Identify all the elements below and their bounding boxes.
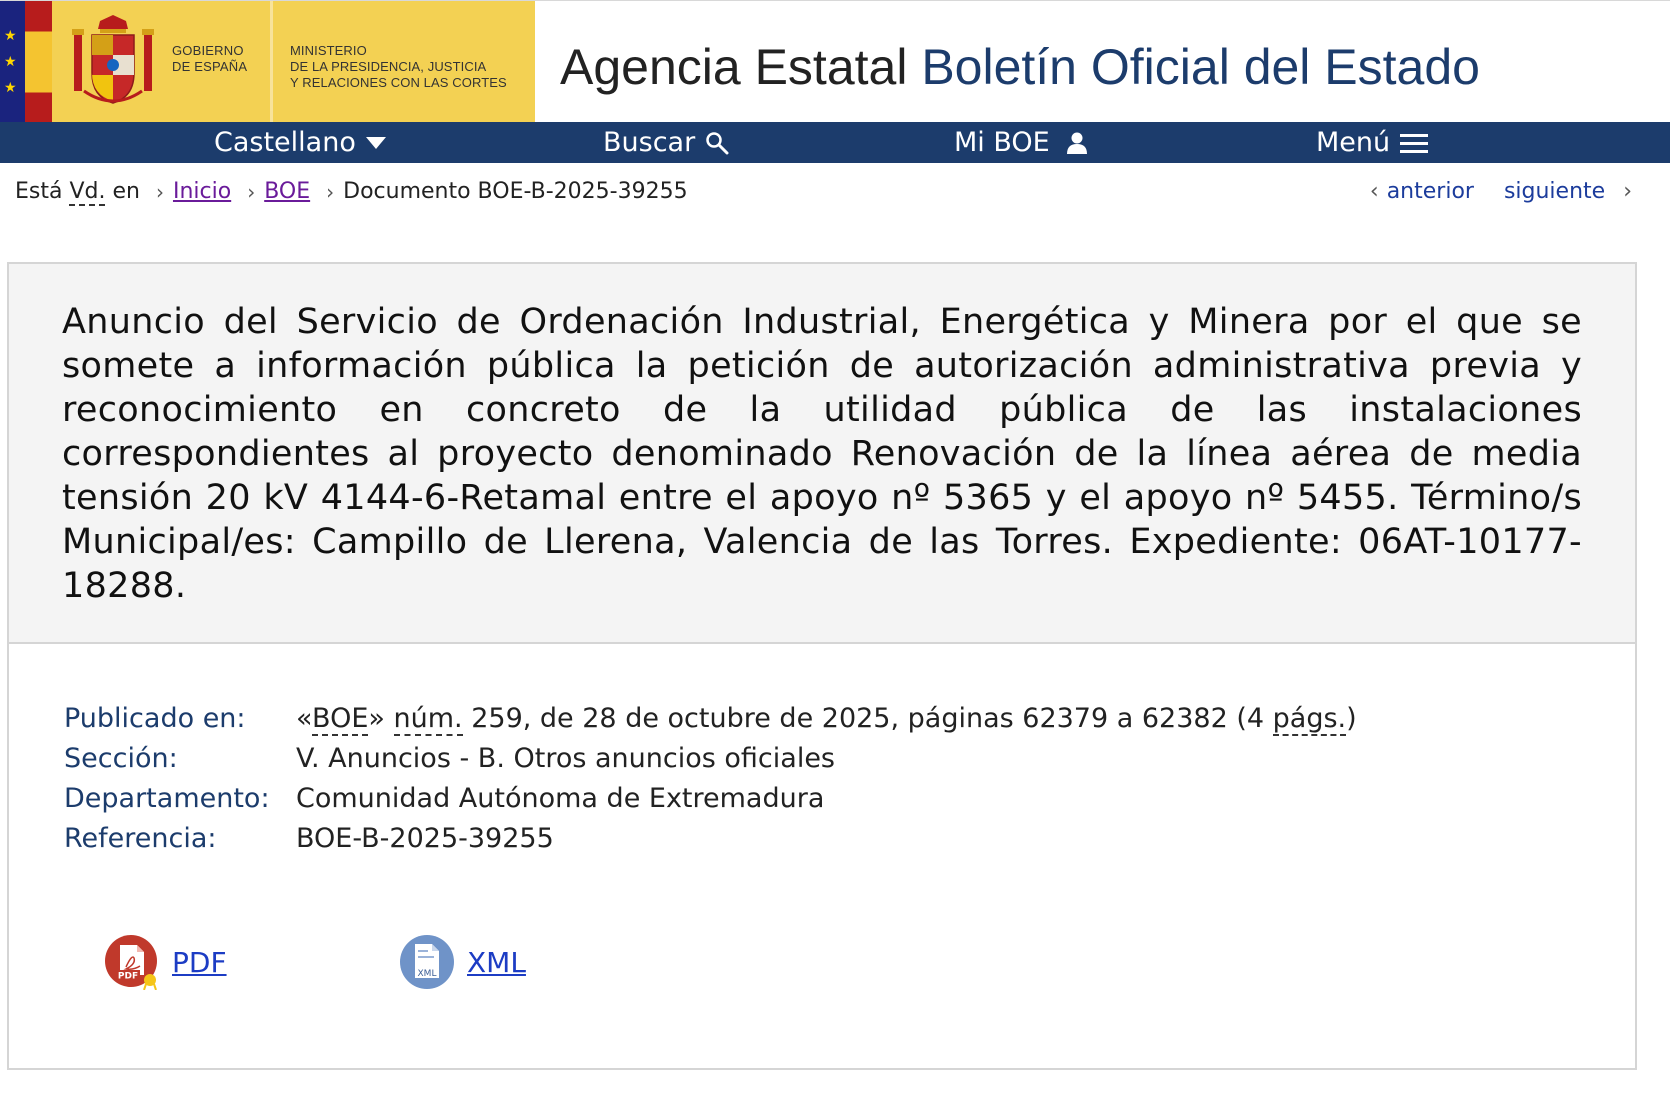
hamburger-icon [1400, 133, 1429, 153]
xml-download[interactable]: XML XML [399, 934, 694, 990]
main-navigation: Castellano Buscar Mi BOE Menú [0, 122, 1670, 163]
reference-label: Referencia: [64, 823, 217, 854]
eu-flag-strip: ★ ★ ★ [0, 1, 25, 123]
vd-abbreviation: Vd. [69, 179, 106, 206]
language-label: Castellano [214, 127, 356, 158]
section-label: Sección: [64, 743, 178, 774]
document-title-box: Anuncio del Servicio de Ordenación Indus… [9, 264, 1635, 644]
pdf-file-icon[interactable]: PDF [104, 934, 160, 990]
xml-link[interactable]: XML [467, 946, 526, 979]
pags-abbreviation: págs. [1272, 703, 1347, 736]
metadata-published-row: Publicado en: «BOE» núm. 259, de 28 de o… [64, 699, 1357, 739]
breadcrumb-current: Documento BOE-B-2025-39255 [343, 179, 688, 204]
document-panel: Anuncio del Servicio de Ordenación Indus… [7, 262, 1637, 1070]
document-pager: ‹ anterior siguiente › [1370, 179, 1632, 204]
chevron-right-icon: › [326, 179, 335, 204]
spain-flag-strip [25, 1, 52, 123]
pdf-link[interactable]: PDF [172, 946, 227, 979]
search-link[interactable]: Buscar [603, 122, 729, 163]
document-metadata: Publicado en: «BOE» núm. 259, de 28 de o… [64, 699, 1357, 859]
agency-title-part2: Boletín Oficial del Estado [921, 39, 1480, 95]
document-title: Anuncio del Servicio de Ordenación Indus… [62, 302, 1582, 606]
government-logo-block[interactable]: ★ ★ ★ GOBIERNO DE ESPAÑA MINISTERIO DE L… [0, 1, 535, 123]
chevron-left-icon[interactable]: ‹ [1370, 179, 1379, 204]
breadcrumb-boe-link[interactable]: BOE [264, 179, 310, 204]
gobierno-de-espana-text: GOBIERNO DE ESPAÑA [172, 43, 248, 74]
logo-separator [270, 1, 273, 123]
chevron-right-icon: › [155, 179, 164, 204]
star-icon: ★ [4, 28, 17, 44]
metadata-reference-row: Referencia: BOE-B-2025-39255 [64, 819, 1357, 859]
language-selector[interactable]: Castellano [214, 122, 386, 163]
pdf-icon-text: PDF [118, 972, 138, 982]
next-document-link[interactable]: siguiente [1504, 179, 1605, 204]
metadata-department-row: Departamento: Comunidad Autónoma de Extr… [64, 779, 1357, 819]
star-icon: ★ [4, 80, 17, 96]
section-value: V. Anuncios - B. Otros anuncios oficiale… [296, 743, 835, 774]
xml-file-icon[interactable]: XML [399, 934, 455, 990]
star-icon: ★ [4, 54, 17, 70]
agency-title-part1: Agencia Estatal [560, 39, 922, 95]
agency-title[interactable]: Agencia Estatal Boletín Oficial del Esta… [560, 37, 1480, 97]
chevron-right-icon: › [247, 179, 256, 204]
menu-button[interactable]: Menú [1316, 122, 1429, 163]
breadcrumb-prefix: Está Vd. en [15, 179, 140, 206]
pdf-download[interactable]: PDF PDF [104, 934, 399, 990]
xml-icon-text: XML [418, 969, 437, 979]
menu-label: Menú [1316, 127, 1391, 158]
breadcrumb-trail: Está Vd. en › Inicio › BOE › Documento B… [15, 179, 688, 206]
ministerio-text: MINISTERIO DE LA PRESIDENCIA, JUSTICIA Y… [290, 43, 507, 90]
search-label: Buscar [603, 127, 696, 158]
reference-value: BOE-B-2025-39255 [296, 823, 554, 854]
search-icon [706, 131, 729, 154]
published-value: «BOE» núm. 259, de 28 de octubre de 2025… [296, 703, 1357, 736]
metadata-section-row: Sección: V. Anuncios - B. Otros anuncios… [64, 739, 1357, 779]
my-boe-link[interactable]: Mi BOE [954, 122, 1088, 163]
boe-abbreviation: BOE [312, 703, 369, 736]
my-boe-label: Mi BOE [954, 127, 1050, 158]
gobierno-panel: GOBIERNO DE ESPAÑA MINISTERIO DE LA PRES… [52, 1, 535, 123]
department-label: Departamento: [64, 783, 270, 814]
site-header: ★ ★ ★ GOBIERNO DE ESPAÑA MINISTERIO DE L… [0, 0, 1670, 123]
download-links: PDF PDF XML XML [104, 934, 694, 990]
breadcrumb: Está Vd. en › Inicio › BOE › Documento B… [0, 163, 1670, 223]
chevron-right-icon[interactable]: › [1623, 179, 1632, 204]
coat-of-arms-icon [72, 15, 154, 104]
breadcrumb-home-link[interactable]: Inicio [173, 179, 231, 204]
published-label: Publicado en: [64, 703, 246, 734]
previous-document-link[interactable]: anterior [1387, 179, 1474, 204]
num-abbreviation: núm. [393, 703, 463, 736]
user-icon [1066, 132, 1087, 154]
caret-down-icon [365, 136, 386, 149]
department-value: Comunidad Autónoma de Extremadura [296, 783, 825, 814]
